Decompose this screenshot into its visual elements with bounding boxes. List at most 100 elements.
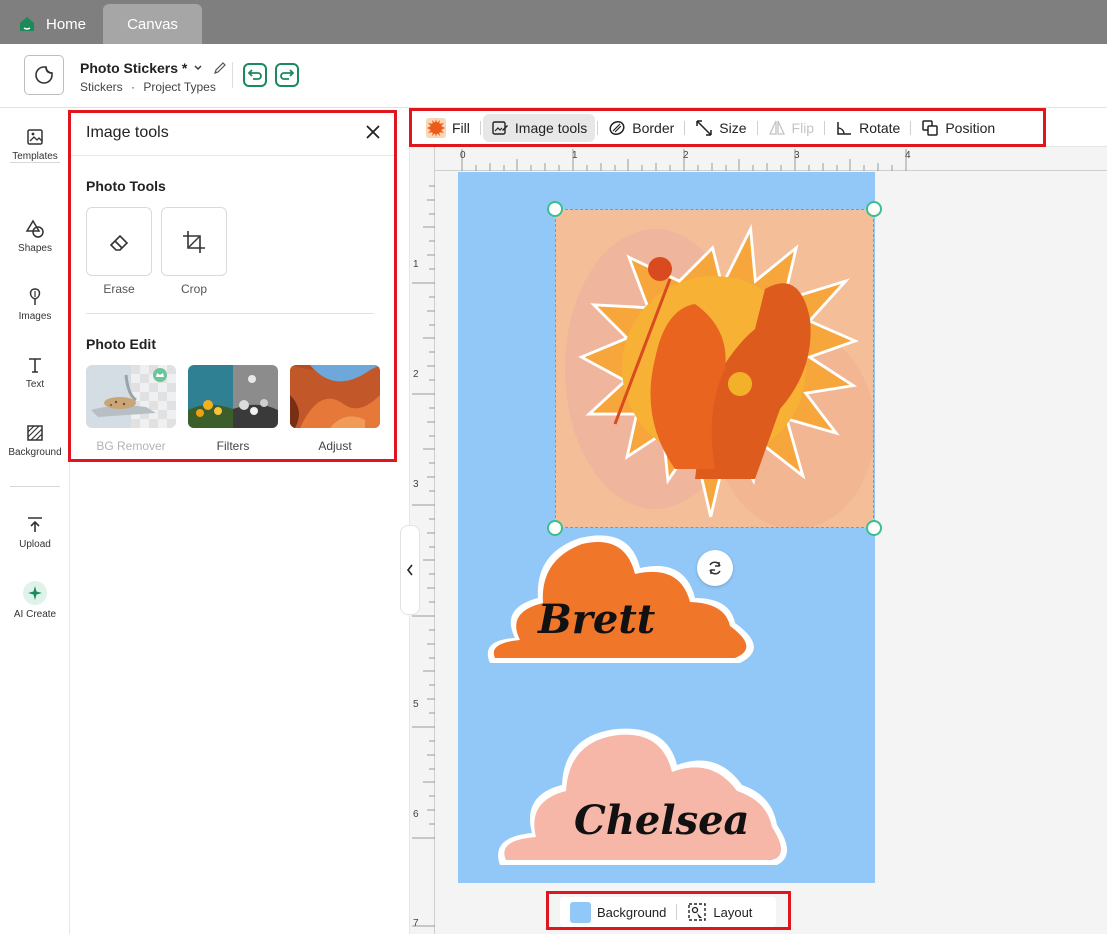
breadcrumb-stickers[interactable]: Stickers: [80, 80, 123, 94]
collapse-panel-button[interactable]: [400, 525, 420, 615]
rail-background-label: Background: [8, 447, 62, 458]
toolbar-separator: [910, 120, 912, 135]
position-layers-icon: [922, 119, 939, 136]
panel-title: Image tools: [86, 124, 169, 141]
ruler-h-label: 1: [572, 150, 578, 161]
bg-remover-label: BG Remover: [96, 439, 166, 453]
filters-label: Filters: [216, 439, 250, 453]
selection-bounding-box[interactable]: [555, 209, 874, 528]
fill-label: Fill: [452, 119, 470, 136]
ruler-v-label: 7: [413, 918, 419, 929]
rail-text[interactable]: Text: [0, 355, 70, 390]
flip-label: Flip: [791, 119, 815, 136]
photo-tools-heading: Photo Tools: [86, 178, 166, 194]
sticker-name-top[interactable]: Brett: [538, 596, 655, 643]
images-icon: [29, 288, 41, 305]
rail-divider: [10, 162, 60, 163]
bg-remover-button[interactable]: [86, 365, 176, 428]
fill-button[interactable]: Fill: [418, 114, 478, 142]
redo-button[interactable]: [275, 63, 299, 87]
header-divider: [232, 62, 233, 88]
bg-remover-thumbnail: [86, 365, 176, 428]
resize-handle-bottom-right[interactable]: [866, 520, 882, 536]
ruler-h-label: 2: [683, 150, 689, 161]
ruler-v-label: 6: [413, 809, 419, 820]
rail-divider-2: [10, 486, 60, 487]
rail-templates-label: Templates: [12, 151, 58, 162]
sticker-name-bottom[interactable]: Chelsea: [574, 797, 749, 844]
flip-button[interactable]: Flip: [760, 114, 823, 142]
rail-ai-create[interactable]: AI Create: [0, 581, 70, 620]
tab-home-label: Home: [46, 15, 87, 33]
position-button[interactable]: Position: [913, 114, 1003, 142]
panel-divider: [86, 313, 374, 314]
breadcrumb-project-types[interactable]: Project Types: [143, 80, 215, 94]
eraser-icon: [109, 234, 129, 251]
ruler-v-label: 1: [413, 259, 419, 270]
text-icon: [29, 358, 41, 373]
redo-icon: [280, 69, 295, 80]
image-toolbar: Fill Image tools Border Size Flip Rotate…: [410, 109, 1107, 147]
rail-images-label: Images: [18, 311, 52, 322]
rail-text-label: Text: [25, 379, 45, 390]
panel-header: Image tools: [70, 109, 396, 156]
rail-images[interactable]: Images: [0, 287, 70, 322]
home-icon: [20, 17, 34, 31]
pencil-icon[interactable]: [213, 61, 227, 75]
rail-templates[interactable]: Templates: [0, 127, 70, 162]
resize-handle-top-left[interactable]: [547, 201, 563, 217]
rail-ai-create-label: AI Create: [13, 609, 57, 620]
toolbar-separator: [756, 120, 758, 135]
background-color-button[interactable]: Background: [560, 901, 676, 923]
filters-button[interactable]: [188, 365, 278, 428]
chevron-down-icon[interactable]: [193, 63, 203, 73]
adjust-label: Adjust: [318, 439, 352, 453]
border-icon: [609, 120, 625, 135]
rail-shapes[interactable]: Shapes: [0, 219, 70, 254]
ruler-v-label: 3: [413, 479, 419, 490]
app-logo-button[interactable]: [24, 55, 64, 95]
resize-handle-top-right[interactable]: [866, 201, 882, 217]
toolbar-separator: [479, 120, 481, 135]
photo-edit-heading: Photo Edit: [86, 336, 156, 352]
horizontal-ruler: 0 1 2 3 4: [435, 147, 1107, 171]
image-tools-button[interactable]: Image tools: [482, 113, 596, 142]
border-label: Border: [632, 119, 675, 136]
ruler-h-label: 3: [794, 150, 800, 161]
sparkle-icon: [23, 581, 47, 605]
project-header: Photo Stickers * Stickers · Project Type…: [0, 44, 1107, 108]
size-button[interactable]: Size: [687, 114, 754, 142]
layout-label: Layout: [713, 904, 753, 920]
project-breadcrumb: Stickers · Project Types: [80, 80, 216, 94]
adjust-thumbnail: [290, 365, 380, 428]
ruler-v-label: 2: [413, 369, 419, 380]
close-icon[interactable]: [364, 123, 382, 141]
erase-button[interactable]: [86, 207, 152, 276]
flip-icon: [768, 120, 785, 135]
chevron-left-icon: [406, 564, 413, 576]
crop-button[interactable]: [161, 207, 227, 276]
project-title[interactable]: Photo Stickers *: [80, 60, 227, 76]
crop-icon: [183, 230, 205, 253]
undo-button[interactable]: [243, 63, 267, 87]
position-label: Position: [945, 119, 996, 136]
sticker-logo-icon: [35, 66, 53, 84]
background-label: Background: [597, 904, 667, 920]
upload-icon: [28, 517, 42, 532]
rotate-button[interactable]: Rotate: [827, 114, 908, 142]
toolbar-separator: [824, 120, 826, 135]
tab-canvas[interactable]: Canvas: [103, 4, 202, 44]
image-tools-label: Image tools: [514, 119, 588, 136]
rail-upload[interactable]: Upload: [0, 515, 70, 550]
image-tools-panel: Image tools Photo Tools Erase Crop Photo…: [70, 109, 410, 934]
border-button[interactable]: Border: [600, 114, 682, 142]
rotate-angle-icon: [837, 121, 852, 135]
layout-button[interactable]: Layout: [677, 902, 762, 922]
tab-home[interactable]: Home: [18, 4, 86, 44]
ruler-h-label: 4: [905, 150, 911, 161]
undo-icon: [247, 69, 262, 80]
size-label: Size: [719, 119, 747, 136]
layout-icon: [688, 903, 707, 921]
adjust-button[interactable]: [290, 365, 380, 428]
rail-background[interactable]: Background: [0, 423, 70, 458]
